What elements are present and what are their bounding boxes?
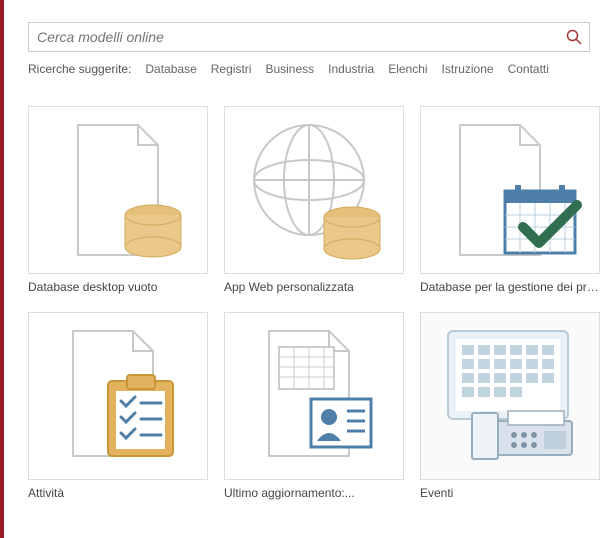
template-last-updated[interactable]: Ultimo aggiornamento:... xyxy=(224,312,404,500)
suggested-link-business[interactable]: Business xyxy=(265,62,314,76)
template-thumb xyxy=(224,106,404,274)
blank-db-icon xyxy=(43,115,193,265)
template-caption: Database desktop vuoto xyxy=(28,280,208,294)
calendar-fax-icon xyxy=(430,321,590,471)
template-thumb xyxy=(420,106,600,274)
template-thumb xyxy=(420,312,600,480)
template-caption: Attività xyxy=(28,486,208,500)
globe-db-icon xyxy=(239,115,389,265)
search-wrap xyxy=(28,22,590,52)
template-events[interactable]: Eventi xyxy=(420,312,600,500)
template-tasks[interactable]: Attività xyxy=(28,312,208,500)
template-thumb xyxy=(28,312,208,480)
clipboard-icon xyxy=(43,321,193,471)
suggested-label: Ricerche suggerite: xyxy=(28,62,131,76)
template-web-app[interactable]: App Web personalizzata xyxy=(224,106,404,294)
search-input[interactable] xyxy=(28,22,590,52)
suggested-link-database[interactable]: Database xyxy=(145,62,196,76)
template-caption: Eventi xyxy=(420,486,600,500)
template-blank-desktop[interactable]: Database desktop vuoto xyxy=(28,106,208,294)
template-caption: Database per la gestione dei pro... xyxy=(420,280,600,294)
template-grid: Database desktop vuoto Ap xyxy=(28,106,590,500)
calendar-check-icon xyxy=(435,115,585,265)
suggested-link-contatti[interactable]: Contatti xyxy=(508,62,549,76)
template-caption: App Web personalizzata xyxy=(224,280,404,294)
main-content: Ricerche suggerite: Database Registri Bu… xyxy=(4,0,610,538)
suggested-link-industria[interactable]: Industria xyxy=(328,62,374,76)
suggested-link-elenchi[interactable]: Elenchi xyxy=(388,62,427,76)
suggested-searches: Ricerche suggerite: Database Registri Bu… xyxy=(28,62,590,76)
template-thumb xyxy=(28,106,208,274)
template-caption: Ultimo aggiornamento:... xyxy=(224,486,404,500)
suggested-link-istruzione[interactable]: Istruzione xyxy=(442,62,494,76)
contact-card-icon xyxy=(239,321,389,471)
suggested-link-registri[interactable]: Registri xyxy=(211,62,252,76)
search-icon[interactable] xyxy=(566,29,582,45)
template-thumb xyxy=(224,312,404,480)
template-project-mgmt[interactable]: Database per la gestione dei pro... xyxy=(420,106,600,294)
